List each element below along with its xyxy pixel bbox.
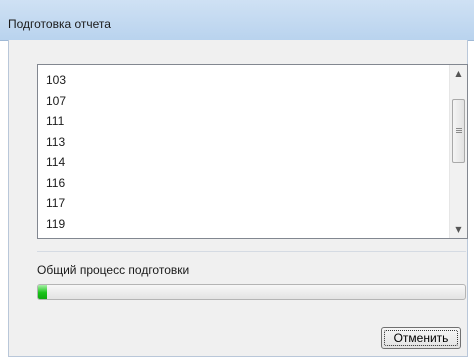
scroll-up-button[interactable]: ▲ bbox=[450, 65, 467, 82]
list-item[interactable]: 103 bbox=[46, 70, 66, 91]
list-item[interactable]: 111 bbox=[46, 111, 66, 132]
scroll-thumb[interactable] bbox=[452, 99, 465, 163]
window-title: Подготовка отчета bbox=[8, 17, 111, 31]
item-listbox[interactable]: 103107111113114116117119121 ▲ ▼ bbox=[37, 64, 468, 239]
list-item[interactable]: 113 bbox=[46, 132, 66, 153]
list-item[interactable]: 119 bbox=[46, 214, 66, 235]
list-item[interactable]: 116 bbox=[46, 173, 66, 194]
chevron-down-icon: ▼ bbox=[455, 225, 462, 234]
dialog-body: 103107111113114116117119121 ▲ ▼ Общий пр… bbox=[8, 40, 468, 357]
list-item[interactable]: 121 bbox=[46, 234, 66, 238]
list-item[interactable]: 107 bbox=[46, 91, 66, 112]
focus-rectangle bbox=[384, 330, 458, 346]
list-item[interactable]: 117 bbox=[46, 193, 66, 214]
progress-label: Общий процесс подготовки bbox=[37, 263, 190, 277]
scroll-down-button[interactable]: ▼ bbox=[450, 221, 467, 238]
list-items: 103107111113114116117119121 bbox=[46, 70, 66, 238]
progress-bar bbox=[37, 284, 466, 300]
title-bar[interactable]: Подготовка отчета bbox=[0, 0, 474, 41]
vertical-scrollbar[interactable]: ▲ ▼ bbox=[449, 65, 467, 238]
chevron-up-icon: ▲ bbox=[455, 69, 462, 78]
progress-fill bbox=[38, 285, 47, 299]
grip-icon bbox=[456, 128, 462, 129]
list-item[interactable]: 114 bbox=[46, 152, 66, 173]
separator bbox=[37, 251, 466, 252]
cancel-button[interactable]: Отменить bbox=[381, 327, 461, 349]
